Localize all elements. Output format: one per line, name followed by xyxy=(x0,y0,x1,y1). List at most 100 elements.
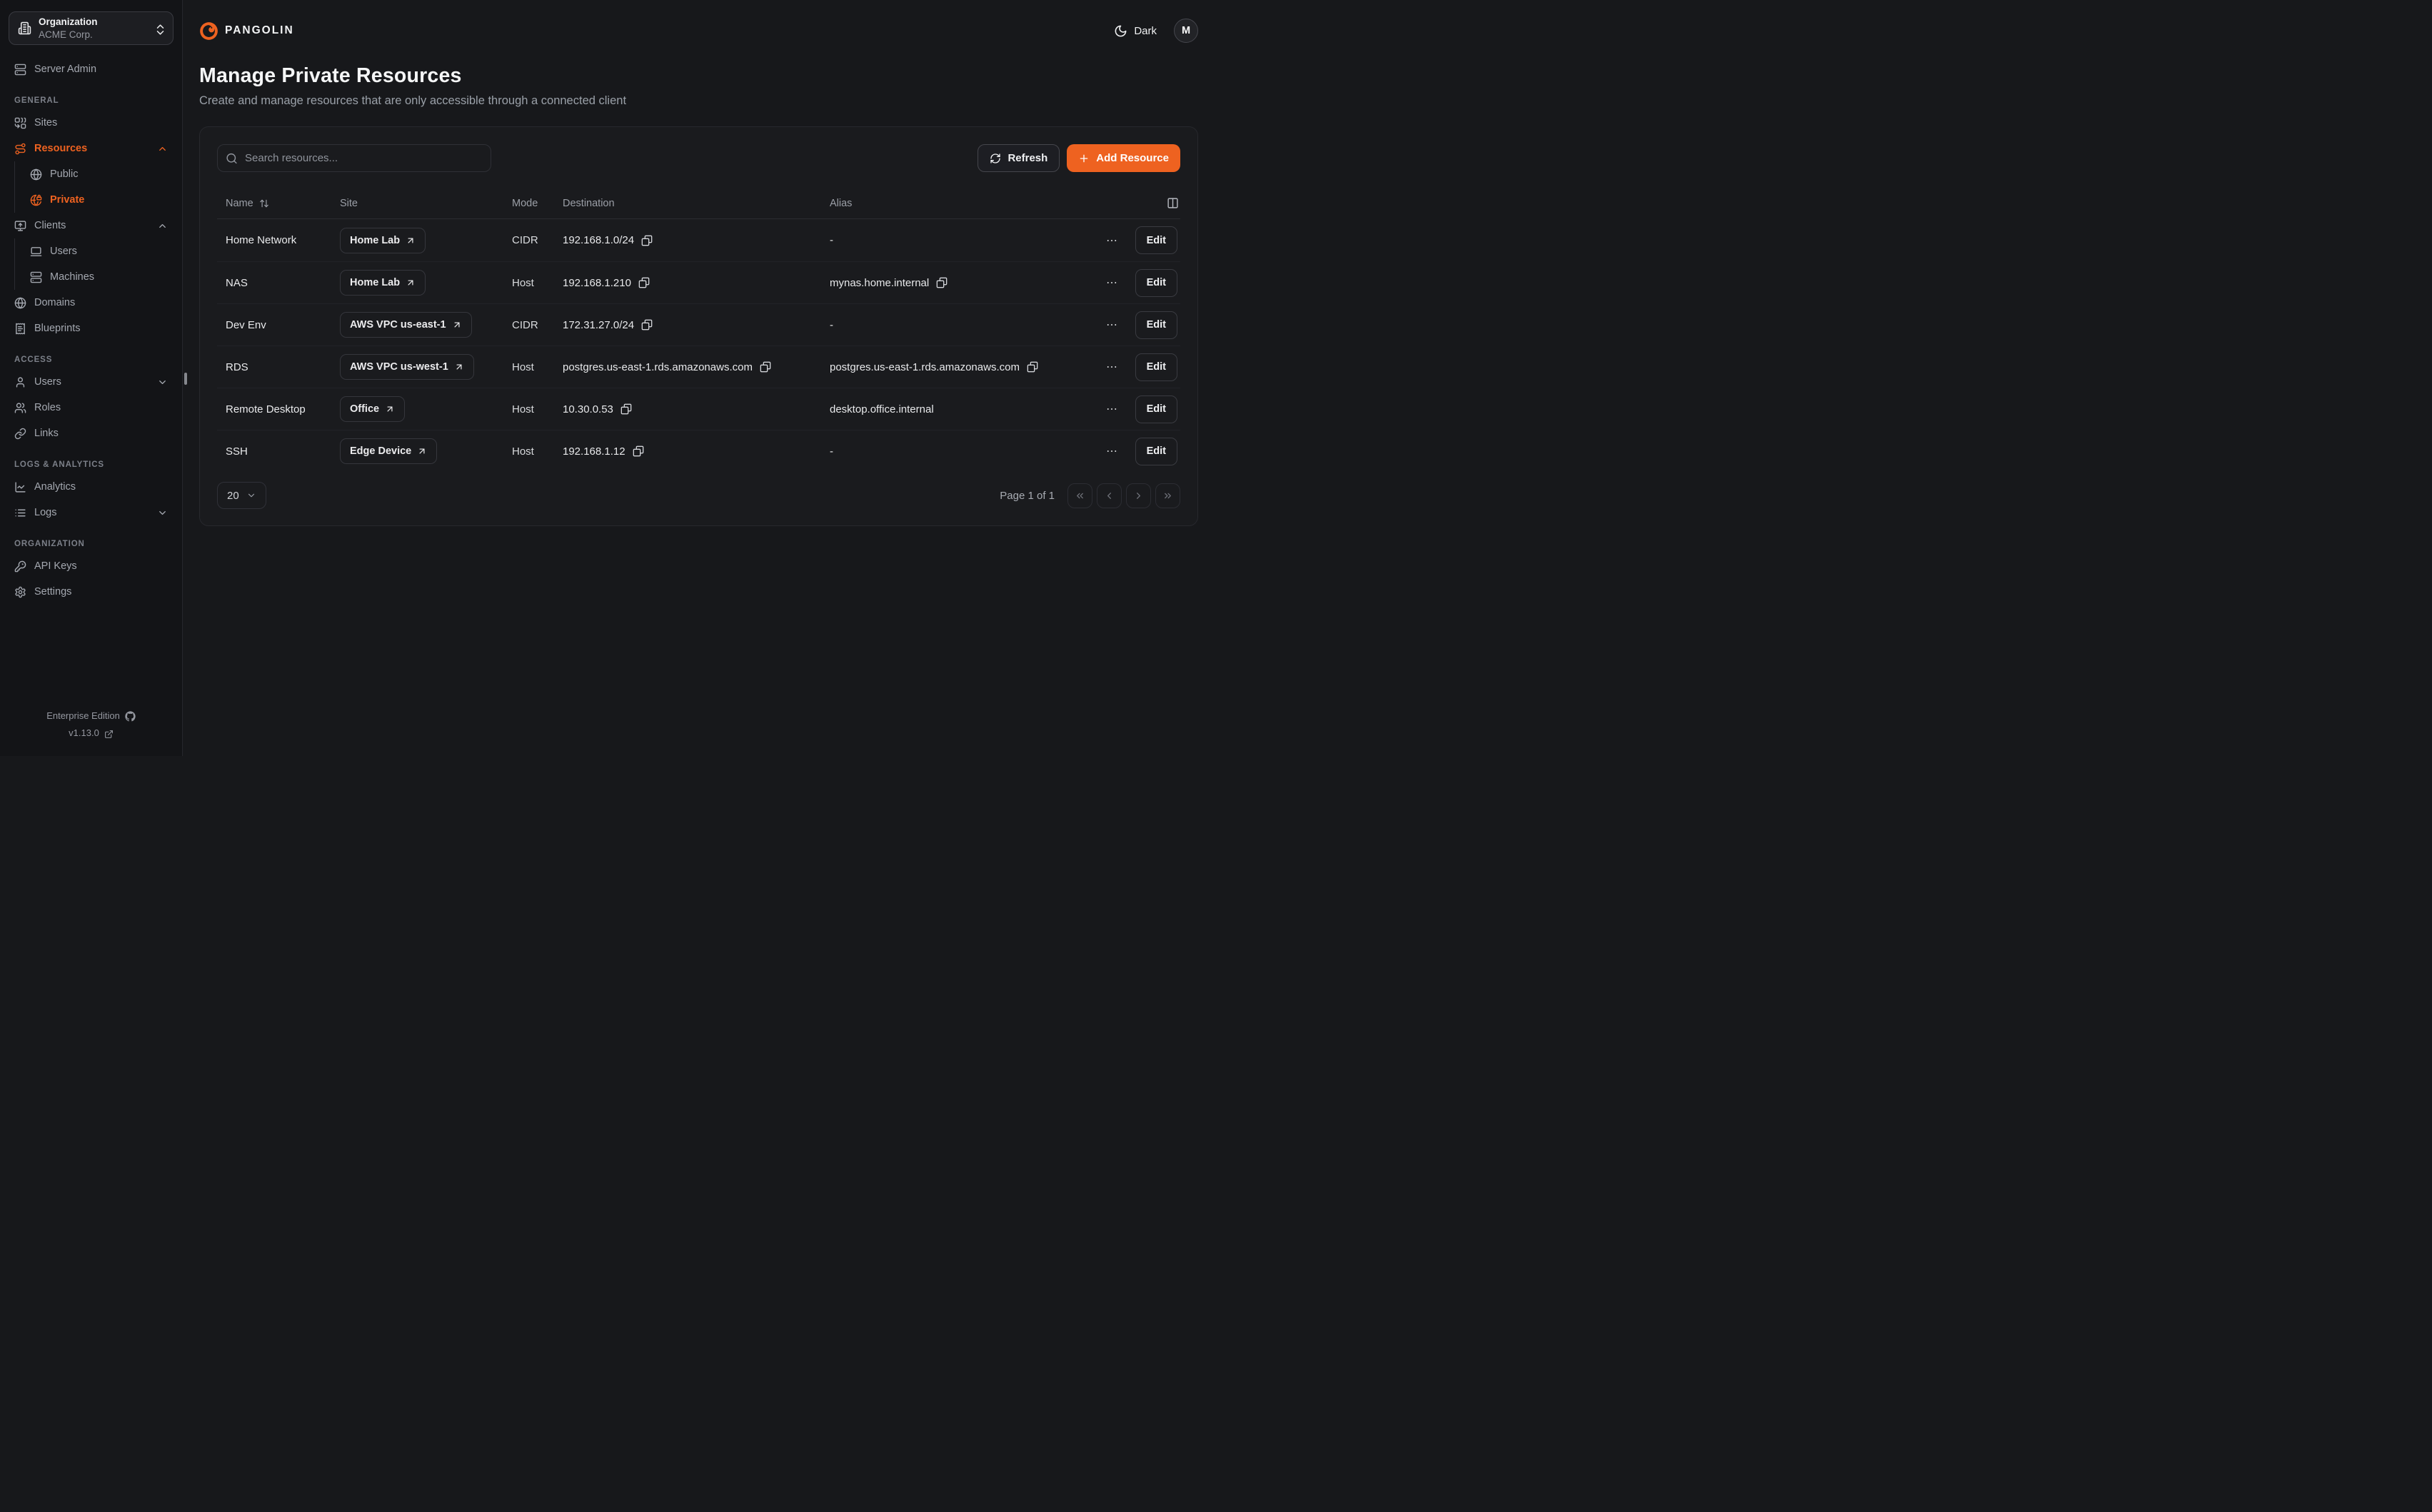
sidebar-item-label: Domains xyxy=(34,297,168,308)
sidebar-item-private[interactable]: Private xyxy=(15,187,174,213)
cell-site: AWS VPC us-west-1 xyxy=(331,354,503,380)
sidebar-item-domains[interactable]: Domains xyxy=(9,290,174,316)
page-size-select[interactable]: 20 xyxy=(217,482,266,509)
refresh-button[interactable]: Refresh xyxy=(978,144,1060,172)
sidebar-item-clients[interactable]: Clients xyxy=(9,213,174,238)
next-page-button[interactable] xyxy=(1126,483,1151,508)
edit-button[interactable]: Edit xyxy=(1135,395,1177,423)
sidebar-item-sites[interactable]: Sites xyxy=(9,110,174,136)
resources-card: Refresh Add Resource NameSiteModeDestina… xyxy=(199,126,1198,526)
row-menu-button[interactable] xyxy=(1105,276,1118,289)
chevron-down-icon xyxy=(246,490,256,500)
copy-destination-button[interactable] xyxy=(641,235,653,246)
pagination-right: Page 1 of 1 xyxy=(1000,483,1180,508)
column-header-destination: Destination xyxy=(554,198,821,209)
table-row: Dev EnvAWS VPC us-east-1CIDR172.31.27.0/… xyxy=(217,303,1180,346)
sidebar-scrollbar-thumb[interactable] xyxy=(184,373,187,385)
sidebar-item-analytics[interactable]: Analytics xyxy=(9,474,174,500)
sidebar-item-api-keys[interactable]: API Keys xyxy=(9,553,174,579)
edit-button[interactable]: Edit xyxy=(1135,226,1177,254)
sidebar-item-resources[interactable]: Resources xyxy=(9,136,174,161)
row-menu-button[interactable] xyxy=(1105,403,1118,415)
theme-toggle[interactable]: Dark xyxy=(1114,24,1157,38)
chevron-down-icon xyxy=(157,377,168,388)
copy-alias-button[interactable] xyxy=(936,277,948,288)
chevron-right-icon xyxy=(1133,490,1144,501)
toggle-columns-button[interactable] xyxy=(1167,197,1179,209)
copy-destination-button[interactable] xyxy=(638,277,650,288)
copy-alias-button[interactable] xyxy=(1027,361,1038,373)
edit-button[interactable]: Edit xyxy=(1135,353,1177,381)
search-input[interactable] xyxy=(217,144,491,172)
cell-site: Home Lab xyxy=(331,228,503,253)
table-row: Home NetworkHome LabCIDR192.168.1.0/24-E… xyxy=(217,219,1180,261)
chevron-down-icon xyxy=(157,508,168,518)
site-link[interactable]: Home Lab xyxy=(340,270,426,296)
column-header-alias: Alias xyxy=(821,198,1073,209)
column-header-name[interactable]: Name xyxy=(217,198,331,209)
edit-button[interactable]: Edit xyxy=(1135,269,1177,297)
copy-destination-button[interactable] xyxy=(760,361,771,373)
destination-value: 192.168.1.210 xyxy=(563,277,631,289)
org-switcher[interactable]: Organization ACME Corp. xyxy=(9,11,174,45)
site-label: AWS VPC us-east-1 xyxy=(350,319,446,331)
table-row: SSHEdge DeviceHost192.168.1.12-Edit xyxy=(217,430,1180,472)
pangolin-logo-icon xyxy=(199,21,218,41)
pagination-buttons xyxy=(1067,483,1180,508)
add-resource-button[interactable]: Add Resource xyxy=(1067,144,1180,172)
cell-actions: Edit xyxy=(1073,438,1180,465)
page-size-value: 20 xyxy=(227,490,239,502)
app-root: Organization ACME Corp. Server AdminGENE… xyxy=(0,0,1216,756)
sidebar-item-label: Clients xyxy=(34,220,149,231)
site-link[interactable]: Home Lab xyxy=(340,228,426,253)
sidebar-item-blueprints[interactable]: Blueprints xyxy=(9,316,174,341)
mode-value: CIDR xyxy=(512,234,538,246)
sidebar-item-links[interactable]: Links xyxy=(9,420,174,446)
edition-link[interactable]: Enterprise Edition xyxy=(9,707,174,725)
sidebar-section-label: ORGANIZATION xyxy=(14,540,168,548)
avatar[interactable]: M xyxy=(1174,19,1198,43)
chevrons-up-down-icon xyxy=(154,23,167,36)
sidebar-item-public[interactable]: Public xyxy=(15,161,174,187)
sidebar-item-label: Settings xyxy=(34,586,168,598)
sidebar-item-logs[interactable]: Logs xyxy=(9,500,174,525)
sidebar-item-machines[interactable]: Machines xyxy=(15,264,174,290)
row-menu-button[interactable] xyxy=(1105,234,1118,247)
site-label: Office xyxy=(350,403,379,415)
sidebar-item-settings[interactable]: Settings xyxy=(9,579,174,605)
column-header-label: Name xyxy=(226,198,253,209)
alias-value: mynas.home.internal xyxy=(830,277,929,289)
site-link[interactable]: Edge Device xyxy=(340,438,437,464)
version-link[interactable]: v1.13.0 xyxy=(9,725,174,742)
prev-page-button[interactable] xyxy=(1097,483,1122,508)
edit-button[interactable]: Edit xyxy=(1135,311,1177,339)
site-link[interactable]: AWS VPC us-west-1 xyxy=(340,354,474,380)
last-page-button[interactable] xyxy=(1155,483,1180,508)
row-menu-button[interactable] xyxy=(1105,445,1118,458)
site-link[interactable]: AWS VPC us-east-1 xyxy=(340,312,472,338)
first-page-button[interactable] xyxy=(1067,483,1092,508)
cell-alias: - xyxy=(821,445,1073,458)
ellipsis-icon xyxy=(1105,445,1118,458)
row-menu-button[interactable] xyxy=(1105,361,1118,373)
brand[interactable]: PANGOLIN xyxy=(199,21,294,41)
sidebar-item-roles[interactable]: Roles xyxy=(9,395,174,420)
sidebar-item-server-admin[interactable]: Server Admin xyxy=(9,56,174,82)
copy-destination-button[interactable] xyxy=(620,403,632,415)
main-content: PANGOLIN Dark M Manage Private Resources… xyxy=(183,0,1216,756)
site-link[interactable]: Office xyxy=(340,396,405,422)
refresh-icon xyxy=(990,153,1001,164)
copy-destination-button[interactable] xyxy=(641,319,653,331)
copy-destination-button[interactable] xyxy=(633,445,644,457)
copy-icon xyxy=(760,361,771,373)
sidebar-item-users[interactable]: Users xyxy=(9,369,174,395)
cell-name: Dev Env xyxy=(217,319,331,331)
sidebar-item-users[interactable]: Users xyxy=(15,238,174,264)
sidebar: Organization ACME Corp. Server AdminGENE… xyxy=(0,0,183,756)
edit-button[interactable]: Edit xyxy=(1135,438,1177,465)
chevrons-right-icon xyxy=(1162,490,1173,501)
row-menu-button[interactable] xyxy=(1105,318,1118,331)
copy-icon xyxy=(641,235,653,246)
refresh-icon xyxy=(990,153,1001,164)
column-header-label: Alias xyxy=(830,198,852,209)
